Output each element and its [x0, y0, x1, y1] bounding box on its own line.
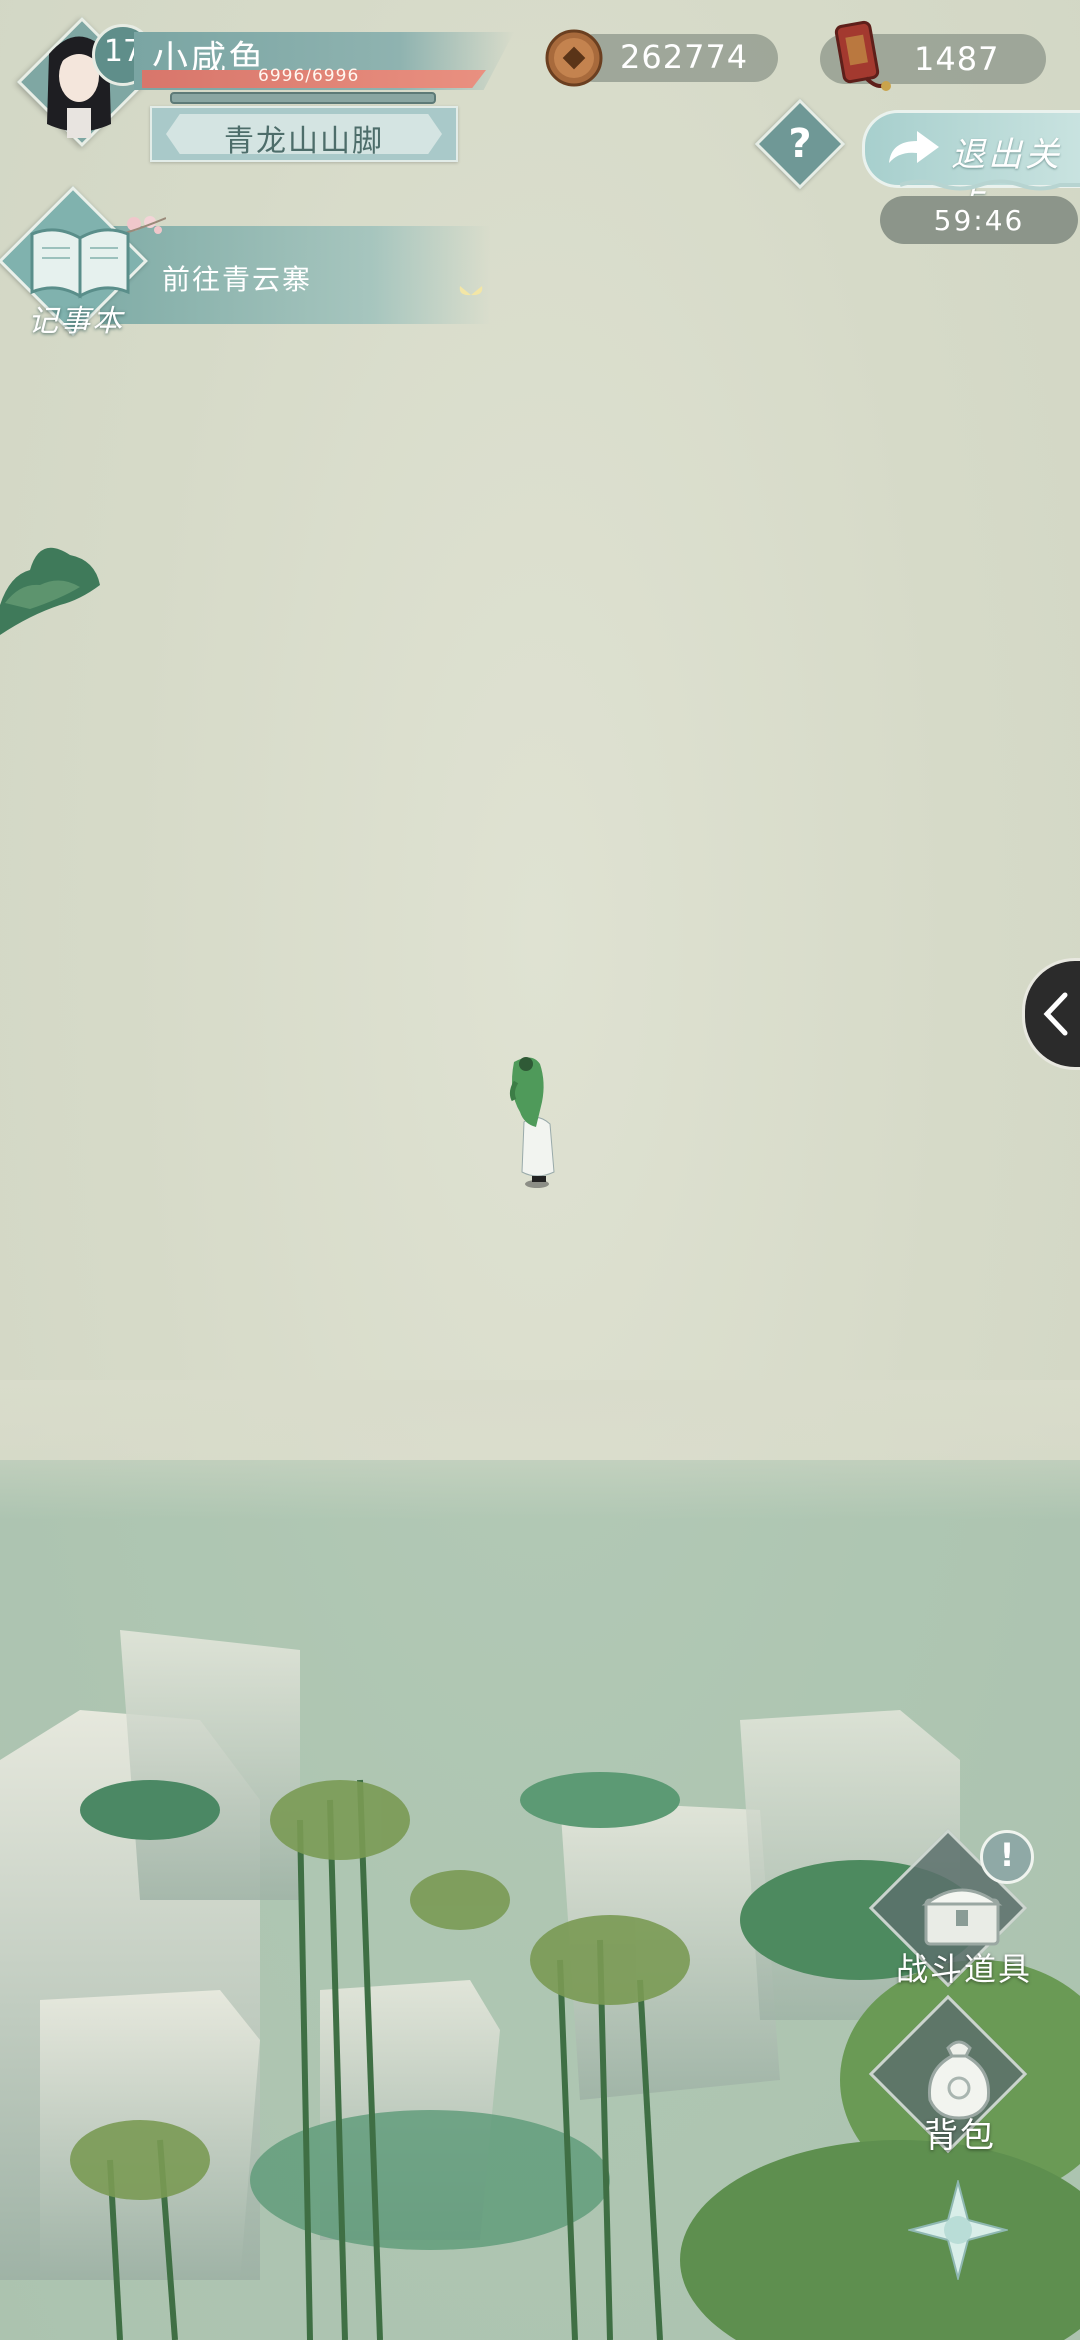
exit-arrow-icon [889, 131, 939, 163]
battle-items-alert-badge: ! [980, 1830, 1034, 1884]
cloud-wave-decoration [900, 179, 1080, 191]
timer-text: 59:46 [933, 204, 1025, 237]
player-avatar[interactable]: 17 [14, 14, 154, 148]
butterfly-icon [459, 286, 483, 296]
notebook-label: 记事本 [28, 304, 124, 339]
location-name: 青龙山山脚 [224, 124, 384, 159]
star-flower-skill-icon[interactable] [908, 2180, 1008, 2280]
floating-rock-top-left [0, 547, 100, 635]
red-token-icon [834, 20, 891, 91]
scroll-rod [170, 92, 436, 104]
bag-label: 背包 [924, 2116, 996, 2156]
battle-items-label: 战斗道具 [896, 1950, 1033, 1988]
coin-amount: 262774 [620, 38, 749, 76]
level-timer: 59:46 [880, 196, 1078, 244]
question-mark-icon: ? [788, 121, 812, 167]
player-character[interactable] [502, 1052, 572, 1190]
exit-level-button[interactable]: 退出关卡 [862, 110, 1080, 224]
open-book-icon [30, 228, 130, 299]
token-amount: 1487 [914, 40, 1000, 78]
hp-text: 6996/6996 [258, 66, 360, 86]
quest-objective: 前往青云寨 [162, 263, 313, 296]
copper-coin-icon [545, 29, 603, 87]
chevron-left-icon [1043, 992, 1068, 1036]
location-plate: 青龙山山脚 [150, 106, 458, 162]
